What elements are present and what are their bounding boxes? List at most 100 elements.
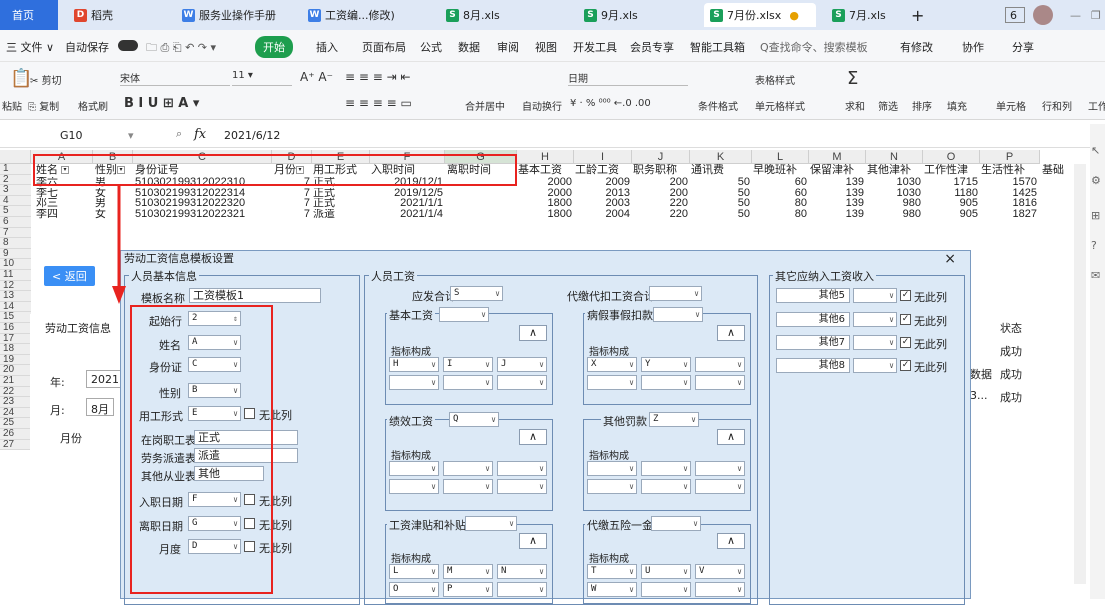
autosave-toggle[interactable] [118,40,138,51]
checkbox-checked[interactable]: ✓ [900,290,911,301]
tab-home[interactable]: 首页 [0,0,58,30]
chevron-down-icon[interactable]: ▾ [128,129,134,142]
table-cell[interactable]: 1425 [981,188,1037,199]
table-cell[interactable]: 139 [810,188,864,199]
number-format-select[interactable]: 日期 [568,70,688,86]
table-style-button[interactable]: 表格样式 [755,72,795,87]
table-cell[interactable]: 2021/1/4 [371,209,443,220]
table-cell[interactable]: 正式 [313,198,370,209]
wrap-button[interactable]: 自动换行 [522,98,562,113]
menu-view[interactable]: 视图 [535,39,557,55]
indicator-select[interactable]: ∨ [389,461,439,476]
fx-icon[interactable]: fx [194,127,206,142]
insurance-select[interactable]: ∨ [651,516,701,531]
header-cell[interactable]: 生活性补 [981,164,1039,176]
merge-button[interactable]: 合并居中 [465,98,505,113]
table-cell[interactable]: 2019/12/5 [371,188,443,199]
table-cell[interactable]: 510302199312022321 [135,209,272,220]
header-cell[interactable]: 其他津补 [867,164,923,176]
menu-insert[interactable]: 插入 [316,39,338,55]
indicator-select[interactable]: ∨ [443,479,493,494]
work-button[interactable]: 工作 [1088,98,1105,113]
sick-leave-select[interactable]: ∨ [653,307,703,322]
indicator-select[interactable]: V ∨ [695,564,745,579]
table-cell[interactable]: 正式 [313,188,370,199]
menu-share[interactable]: 分享 [1012,39,1034,55]
row-header[interactable]: 6 [0,217,31,228]
row-header[interactable]: 11 [0,270,31,281]
menu-review[interactable]: 审阅 [497,39,519,55]
table-cell[interactable]: 510302199312022314 [135,188,272,199]
other8-select[interactable]: ∨ [853,358,897,373]
column-header[interactable]: I [574,150,632,164]
table-cell[interactable]: 60 [753,188,807,199]
table-cell[interactable]: 220 [633,209,688,220]
indicator-select[interactable]: ∨ [695,357,745,372]
other7-input[interactable]: 其他7 [776,335,850,350]
year-input[interactable]: 2021 [86,370,124,388]
menu-developer[interactable]: 开发工具 [573,39,617,55]
table-cell[interactable]: 2000 [518,177,572,188]
row-header[interactable]: 16 [0,323,31,334]
indicator-select[interactable]: P ∨ [443,582,493,597]
table-cell[interactable]: 1827 [981,209,1037,220]
indicator-select[interactable]: ∨ [695,461,745,476]
indicator-select[interactable]: ∨ [389,479,439,494]
corner-select-all[interactable] [0,150,31,164]
formula-value[interactable]: 2021/6/12 [224,129,280,142]
checkbox-checked[interactable]: ✓ [900,314,911,325]
allowance-select[interactable]: ∨ [465,516,517,531]
filter-button[interactable]: 筛选 [878,98,898,113]
table-cell[interactable]: 7 [274,198,310,209]
tab-sep[interactable]: S 9月.xls [578,3,678,27]
table-cell[interactable]: 2021/1/1 [371,198,443,209]
header-cell[interactable]: 通讯费 [691,164,752,176]
tab-manual[interactable]: W 服务业操作手册 [176,3,284,27]
menu-member[interactable]: 会员专享 [630,39,674,55]
back-button[interactable]: < 返回 [44,266,95,286]
table-cell[interactable]: 1715 [924,177,978,188]
other8-input[interactable]: 其他8 [776,358,850,373]
minimize-icon[interactable]: — [1064,3,1087,27]
cond-format-button[interactable]: 条件格式 [698,98,738,113]
cell-reference[interactable]: G10 [60,129,83,142]
close-icon[interactable]: × [944,251,956,267]
row-header[interactable]: 21 [0,376,31,387]
indicator-select[interactable]: ∨ [389,375,439,390]
menu-data[interactable]: 数据 [458,39,480,55]
menu-smart-tools[interactable]: 智能工具箱 [690,39,745,55]
sort-button[interactable]: 排序 [912,98,932,113]
table-cell[interactable] [447,198,517,209]
indicator-select[interactable]: H ∨ [389,357,439,372]
expand-button[interactable]: ∧ [717,533,745,549]
table-cell[interactable] [447,209,517,220]
menu-start[interactable]: 开始 [255,36,293,58]
checkbox-checked[interactable]: ✓ [900,360,911,371]
sum-button[interactable]: 求和 [845,98,865,113]
vertical-scrollbar[interactable] [1074,164,1086,584]
expand-button[interactable]: ∧ [519,325,547,341]
indicator-select[interactable]: ∨ [641,582,691,597]
table-cell[interactable]: 50 [691,198,750,209]
tool-icon[interactable]: ⊞ [1091,209,1100,222]
tab-aug[interactable]: S 8月.xls [440,3,540,27]
table-cell[interactable]: 60 [753,177,807,188]
other6-input[interactable]: 其他6 [776,312,850,327]
indicator-select[interactable]: ∨ [695,375,745,390]
indicator-select[interactable]: ∨ [587,461,637,476]
table-cell[interactable] [447,188,517,199]
indicator-select[interactable]: U ∨ [641,564,691,579]
column-header[interactable]: N [866,150,923,164]
indicator-select[interactable]: ∨ [443,375,493,390]
indicator-select[interactable]: I ∨ [443,357,493,372]
perf-wage-select[interactable]: Q ∨ [449,412,499,427]
column-header[interactable]: K [690,150,752,164]
header-cell[interactable]: 职务职称 [633,164,690,176]
table-cell[interactable]: 905 [924,209,978,220]
copy-button[interactable]: ⎘ 复制 [28,98,59,113]
payable-select[interactable]: S ∨ [450,286,503,301]
menu-page-layout[interactable]: 页面布局 [362,39,406,55]
table-cell[interactable]: 139 [810,198,864,209]
expand-button[interactable]: ∧ [717,325,745,341]
settings-icon[interactable]: ⚙ [1091,174,1101,187]
